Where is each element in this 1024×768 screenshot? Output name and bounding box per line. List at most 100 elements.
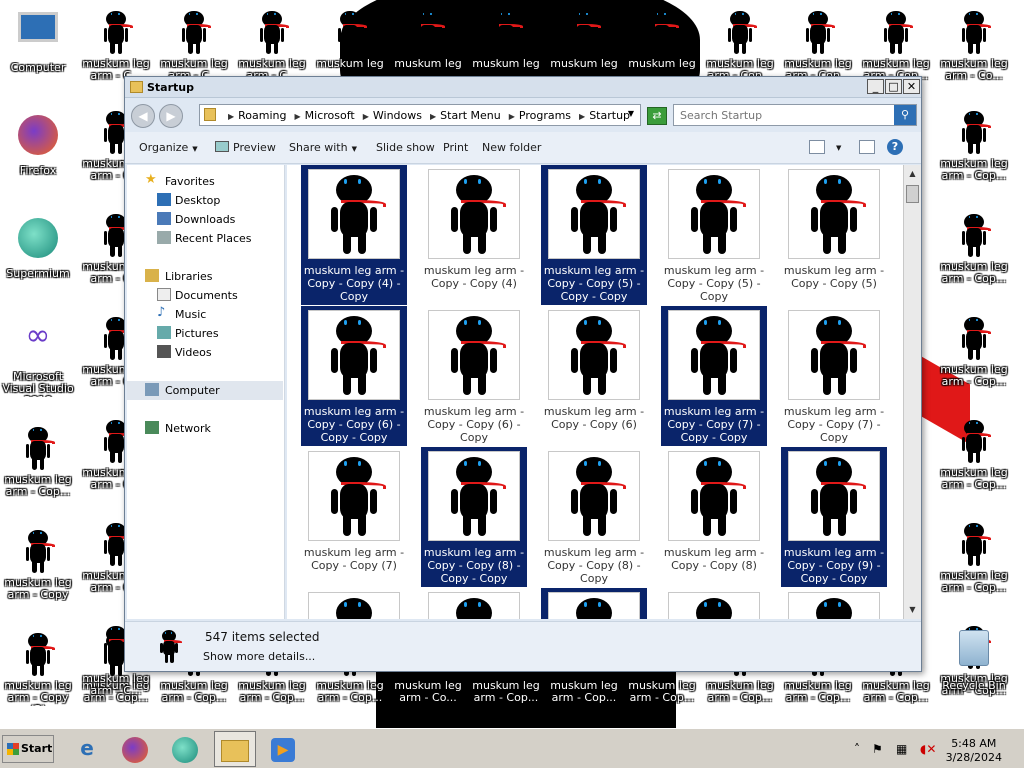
breadcrumb-separator-icon[interactable]: ▶ — [509, 112, 515, 121]
clock[interactable]: 5:48 AM 3/28/2024 — [946, 737, 1002, 765]
nav-network[interactable]: Network — [127, 419, 283, 438]
file-item[interactable]: muskum leg arm - Copy - Copy (6) — [541, 306, 647, 446]
desktop-icon[interactable]: muskum leg arm - Cop... — [936, 100, 1012, 200]
breadcrumb-separator-icon[interactable]: ▶ — [430, 112, 436, 121]
desktop-icon[interactable]: ∞Microsoft Visual Studio 2010 — [0, 313, 76, 413]
file-item[interactable]: muskum leg arm - Copy - Copy (7) — [301, 447, 407, 587]
file-item[interactable] — [541, 588, 647, 619]
scroll-down-icon[interactable]: ▼ — [906, 603, 919, 616]
scroll-up-icon[interactable]: ▲ — [906, 167, 919, 180]
nav-documents[interactable]: Documents — [127, 286, 283, 305]
network-icon[interactable]: ▦ — [896, 742, 907, 756]
desktop-icon[interactable]: muskum leg arm - Cop... — [936, 203, 1012, 303]
breadcrumb-separator-icon[interactable]: ▶ — [295, 112, 301, 121]
desktop-icon[interactable]: muskum leg arm - Copy (2) — [0, 622, 76, 722]
file-item[interactable]: muskum leg arm - Copy - Copy (4) — [421, 165, 527, 305]
chevron-down-icon[interactable]: ▼ — [628, 109, 634, 118]
desktop-icon[interactable]: Firefox — [0, 107, 76, 207]
nav-computer[interactable]: Computer — [127, 381, 283, 400]
show-more-details-link[interactable]: Show more details... — [203, 650, 315, 663]
breadcrumb-separator-icon[interactable]: ▶ — [363, 112, 369, 121]
file-item[interactable]: muskum leg arm - Copy - Copy (8) — [661, 447, 767, 587]
desktop-icon[interactable]: muskum leg arm - Cop... — [936, 306, 1012, 406]
chevron-up-icon[interactable]: ˄ — [854, 742, 860, 756]
preview-pane-icon[interactable] — [859, 140, 875, 154]
stick-figure-icon — [872, 8, 920, 56]
search-input[interactable] — [680, 106, 890, 124]
refresh-button[interactable]: ⇄ — [647, 107, 667, 125]
nav-videos[interactable]: Videos — [127, 343, 283, 362]
stick-figure-icon — [428, 310, 520, 400]
desktop-icon[interactable]: muskum leg arm - Copy — [0, 519, 76, 619]
desktop-icon[interactable]: muskum leg arm - Co... — [936, 0, 1012, 100]
file-item[interactable]: muskum leg arm - Copy - Copy (9) - Copy … — [781, 447, 887, 587]
desktop-icon[interactable]: muskum leg arm - Cop... — [936, 409, 1012, 509]
desktop-icon[interactable]: Supermium — [0, 210, 76, 310]
explorer-icon[interactable] — [214, 731, 256, 767]
file-item[interactable]: muskum leg arm - Copy - Copy (7) - Copy … — [661, 306, 767, 446]
breadcrumb-separator-icon[interactable]: ▶ — [579, 112, 585, 121]
file-item[interactable]: muskum leg arm - Copy - Copy (5) — [781, 165, 887, 305]
share-with-button[interactable]: Share with ▼ — [289, 141, 357, 154]
internet-explorer-icon[interactable]: e — [66, 731, 108, 767]
desktop-icon[interactable]: Computer — [0, 4, 76, 104]
nav-favorites[interactable]: ★ Favorites — [127, 172, 283, 191]
scrollbar-thumb[interactable] — [906, 185, 919, 203]
file-item[interactable]: muskum leg arm - Copy - Copy (6) - Copy … — [301, 306, 407, 446]
title-bar[interactable]: Startup _ □ ✕ — [125, 77, 921, 98]
file-item[interactable]: muskum leg arm - Copy - Copy (7) - Copy — [781, 306, 887, 446]
close-button[interactable]: ✕ — [903, 79, 920, 94]
media-player-icon[interactable]: ▶ — [262, 731, 304, 767]
file-item[interactable]: muskum leg arm - Copy - Copy (8) - Copy — [541, 447, 647, 587]
breadcrumb-item[interactable]: Windows — [373, 109, 422, 122]
file-item[interactable] — [421, 588, 527, 619]
new-folder-button[interactable]: New folder — [482, 141, 541, 154]
stick-figure-icon — [308, 451, 400, 541]
print-button[interactable]: Print — [443, 141, 468, 154]
search-box[interactable]: ⚲ — [673, 104, 917, 126]
firefox-icon[interactable] — [114, 731, 156, 767]
back-button[interactable]: ◀ — [131, 104, 155, 128]
file-item[interactable]: muskum leg arm - Copy - Copy (4) - Copy — [301, 165, 407, 305]
file-item[interactable] — [661, 588, 767, 619]
nav-libraries[interactable]: Libraries — [127, 267, 283, 286]
supermium-icon[interactable] — [164, 731, 206, 767]
search-icon[interactable]: ⚲ — [894, 105, 916, 125]
nav-pictures[interactable]: Pictures — [127, 324, 283, 343]
vertical-scrollbar[interactable]: ▲ ▼ — [903, 165, 921, 619]
file-item[interactable]: muskum leg arm - Copy - Copy (5) - Copy — [661, 165, 767, 305]
organize-button[interactable]: Organize ▼ — [139, 141, 198, 154]
stick-figure-icon — [428, 451, 520, 541]
file-item[interactable]: muskum leg arm - Copy - Copy (8) - Copy … — [421, 447, 527, 587]
breadcrumb-item[interactable]: Startup — [589, 109, 630, 122]
file-item[interactable]: muskum leg arm - Copy - Copy (6) - Copy — [421, 306, 527, 446]
flag-icon[interactable]: ⚑ — [872, 742, 883, 756]
file-item[interactable] — [301, 588, 407, 619]
desktop-icon[interactable]: Recycle Bin — [936, 622, 1012, 722]
breadcrumb-item[interactable]: Programs — [519, 109, 571, 122]
nav-music[interactable]: ♪ Music — [127, 305, 283, 324]
file-item[interactable]: muskum leg arm - Copy - Copy (5) - Copy … — [541, 165, 647, 305]
file-name: muskum leg arm - Copy - Copy (6) - Copy … — [303, 405, 405, 444]
nav-recent-places[interactable]: Recent Places — [127, 229, 283, 248]
address-bar[interactable]: ▶ Roaming ▶ Microsoft ▶ Windows ▶ Start Menu ▶ Pr… — [199, 104, 641, 126]
slide-show-button[interactable]: Slide show — [376, 141, 435, 154]
forward-button[interactable]: ▶ — [159, 104, 183, 128]
desktop-icon[interactable]: muskum leg arm - Cop... — [936, 512, 1012, 612]
preview-button[interactable]: Preview — [215, 141, 276, 154]
nav-downloads[interactable]: Downloads — [127, 210, 283, 229]
start-button[interactable]: Start — [2, 735, 54, 763]
nav-desktop[interactable]: Desktop — [127, 191, 283, 210]
breadcrumb-separator-icon[interactable]: ▶ — [228, 112, 234, 121]
volume-muted-icon[interactable]: ◖✕ — [920, 742, 936, 756]
minimize-button[interactable]: _ — [867, 79, 884, 94]
view-options-icon[interactable] — [809, 140, 825, 154]
breadcrumb-item[interactable]: Roaming — [238, 109, 286, 122]
help-icon[interactable]: ? — [887, 139, 903, 155]
breadcrumb-item[interactable]: Start Menu — [440, 109, 501, 122]
chevron-down-icon[interactable]: ▼ — [836, 144, 841, 152]
breadcrumb-item[interactable]: Microsoft — [305, 109, 355, 122]
desktop-icon[interactable]: muskum leg arm - Cop... — [0, 416, 76, 516]
file-item[interactable] — [781, 588, 887, 619]
maximize-button[interactable]: □ — [885, 79, 902, 94]
